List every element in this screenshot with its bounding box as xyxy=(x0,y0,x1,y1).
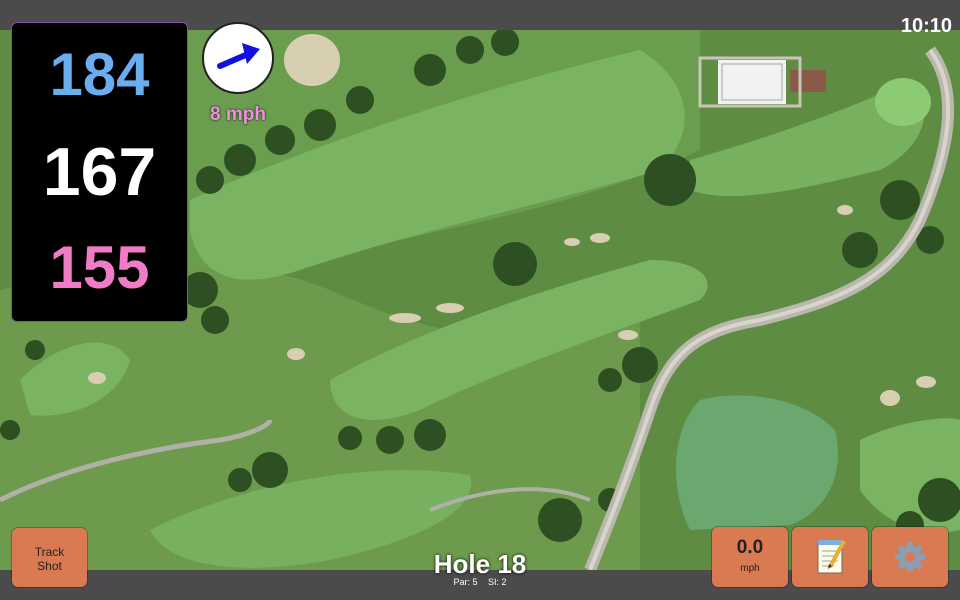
clock: 10:10 xyxy=(900,15,952,37)
speed-value: 0.0 xyxy=(736,537,764,558)
track-shot-label-line1: Track xyxy=(34,545,65,559)
gear-icon xyxy=(895,542,925,572)
distance-front: 155 xyxy=(49,234,150,301)
wind-indicator xyxy=(202,22,274,94)
distance-middle: 167 xyxy=(42,134,157,210)
notes-button[interactable] xyxy=(792,527,868,587)
settings-button[interactable] xyxy=(872,527,948,587)
speed-button[interactable]: 0.0 mph xyxy=(712,527,788,587)
distance-panel: 184 167 155 xyxy=(11,22,188,322)
notepad-icon xyxy=(817,540,846,574)
hole-stroke-index: SI: 2 xyxy=(488,577,507,587)
hole-par: Par: 5 xyxy=(453,577,478,587)
hole-title: Hole 18 xyxy=(433,549,527,579)
hole-details: Par: 5 SI: 2 xyxy=(380,577,580,587)
track-shot-button[interactable]: Track Shot xyxy=(12,528,87,587)
distance-back: 184 xyxy=(49,41,150,108)
wind-speed: 8 mph xyxy=(210,104,266,125)
speed-unit: mph xyxy=(740,563,760,574)
arrow-right-icon xyxy=(217,43,260,69)
track-shot-label-line2: Shot xyxy=(37,559,62,573)
